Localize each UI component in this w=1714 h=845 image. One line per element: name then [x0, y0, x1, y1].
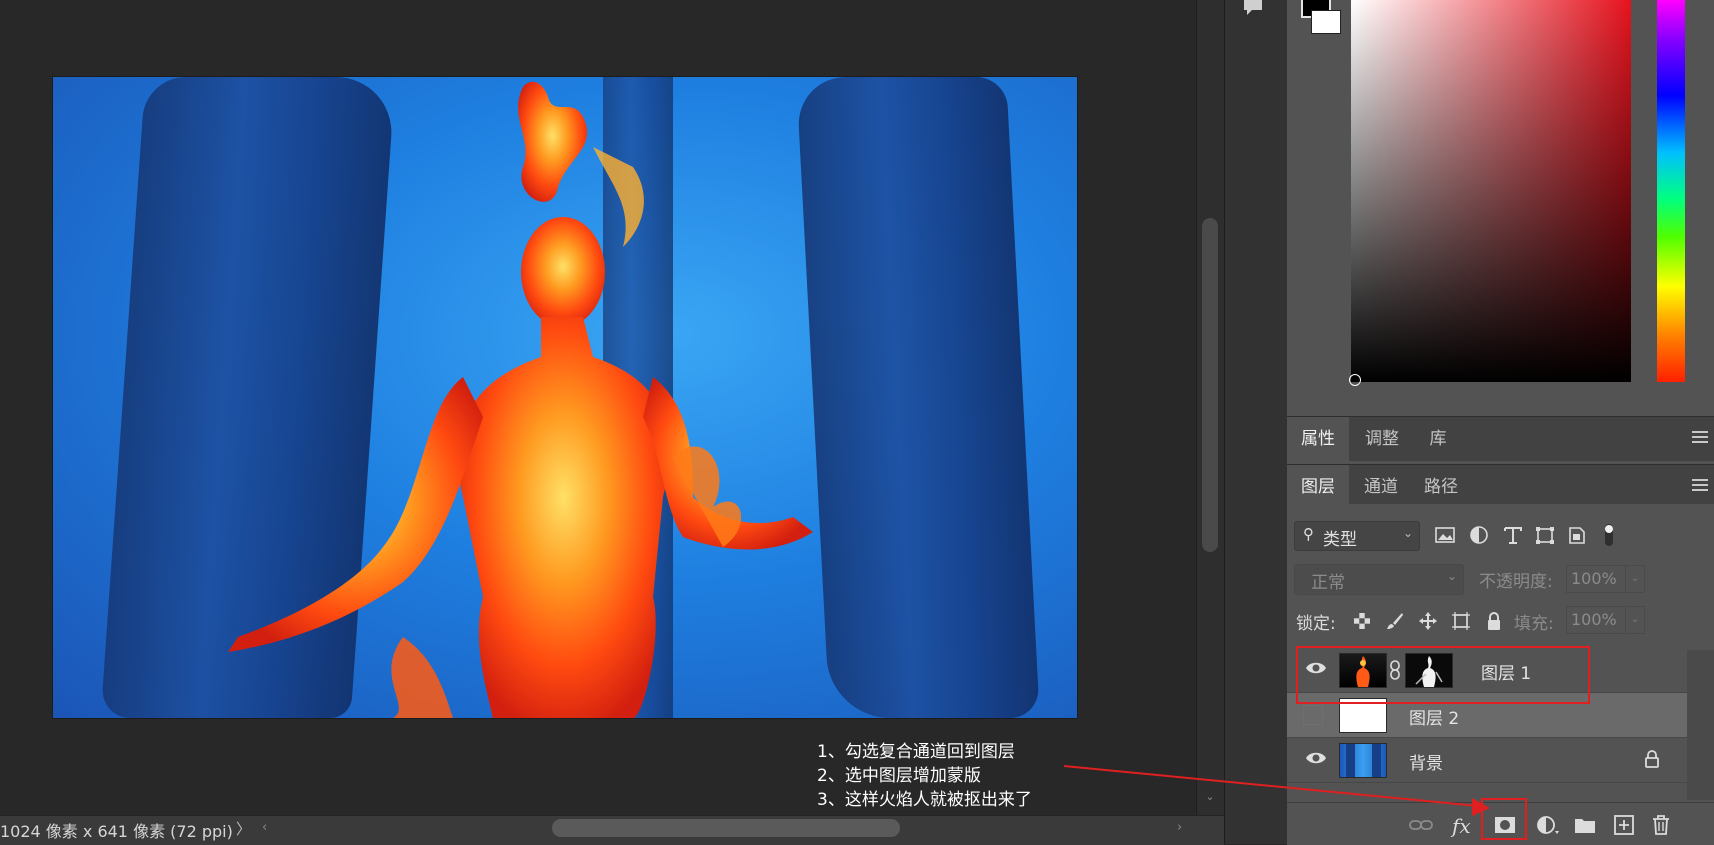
lock-artboard-icon[interactable]	[1450, 610, 1472, 632]
filter-type-label: 类型	[1323, 530, 1357, 550]
color-picker-marker[interactable]	[1349, 374, 1361, 386]
smart-object-filter-icon[interactable]	[1564, 520, 1590, 550]
fill-dropdown-icon[interactable]: ⌄	[1625, 606, 1645, 634]
layers-panel-menu-icon[interactable]	[1692, 479, 1708, 494]
filter-toggle-icon[interactable]	[1596, 520, 1622, 550]
layers-scrollbar[interactable]	[1687, 650, 1714, 800]
annotation-arrow	[1063, 765, 1490, 816]
panel-dock-strip	[1224, 0, 1288, 844]
search-icon: ⚲	[1303, 525, 1314, 543]
annotation-line-1: 1、勾选复合通道回到图层	[817, 742, 1015, 762]
fill-label: 填充:	[1514, 614, 1554, 634]
background-color-swatch[interactable]	[1311, 10, 1341, 34]
scroll-right-arrow-icon[interactable]: ›	[1177, 820, 1182, 835]
chevron-down-icon: ⌄	[1402, 526, 1413, 540]
adjustment-layer-filter-icon[interactable]	[1466, 520, 1492, 550]
tab-adjustments[interactable]: 调整	[1351, 417, 1413, 461]
scroll-left-arrow-icon[interactable]: ‹	[262, 820, 267, 835]
layers-tab-bar: 图层 通道 路径	[1287, 464, 1714, 509]
tab-paths[interactable]: 路径	[1411, 465, 1471, 509]
lock-icon	[1643, 749, 1661, 769]
hue-slider[interactable]	[1657, 0, 1685, 382]
status-menu-arrow-icon[interactable]: 〉	[236, 818, 251, 839]
visibility-toggle[interactable]	[1303, 705, 1323, 725]
delete-layer-trash-icon[interactable]	[1649, 814, 1673, 836]
layer1-highlight-box	[1296, 646, 1590, 704]
layer-name[interactable]: 图层 2	[1409, 704, 1459, 729]
lock-position-icon[interactable]	[1417, 610, 1439, 632]
new-layer-icon[interactable]	[1612, 814, 1636, 836]
comment-icon[interactable]	[1236, 0, 1270, 22]
chevron-down-icon: ⌄	[1446, 569, 1457, 583]
horizontal-scroll-thumb[interactable]	[552, 819, 900, 837]
fill-input[interactable]: 100%	[1566, 606, 1626, 634]
lock-all-icon[interactable]	[1483, 610, 1505, 632]
annotation-note: 1、勾选复合通道回到图层 2、选中图层增加蒙版 3、这样火焰人就被抠出来了	[817, 740, 1032, 812]
tab-layers[interactable]: 图层	[1287, 465, 1349, 509]
lock-label: 锁定:	[1296, 614, 1336, 634]
opacity-input[interactable]: 100%	[1566, 565, 1626, 593]
blend-mode-select[interactable]: 正常 ⌄	[1294, 564, 1464, 595]
tab-properties[interactable]: 属性	[1287, 417, 1349, 461]
fire-figure	[228, 81, 813, 718]
opacity-label: 不透明度:	[1479, 572, 1553, 592]
tab-libraries[interactable]: 库	[1413, 417, 1463, 461]
new-adjustment-layer-icon[interactable]	[1535, 814, 1561, 836]
shape-layer-filter-icon[interactable]	[1532, 520, 1558, 550]
layer-filter-select[interactable]: ⚲ 类型 ⌄	[1294, 521, 1420, 551]
pixel-layer-filter-icon[interactable]	[1432, 520, 1458, 550]
panel-menu-icon[interactable]	[1692, 431, 1708, 446]
tab-channels[interactable]: 通道	[1351, 465, 1411, 509]
canvas-image[interactable]	[53, 77, 1077, 718]
vertical-scroll-thumb[interactable]	[1202, 218, 1218, 552]
blend-mode-value: 正常	[1311, 573, 1345, 593]
document-size-info: 1024 像素 x 641 像素 (72 ppi)	[0, 822, 233, 841]
lock-transparent-pixels-icon[interactable]	[1351, 610, 1373, 632]
type-layer-filter-icon[interactable]	[1500, 520, 1526, 550]
annotation-line-3: 3、这样火焰人就被抠出来了	[817, 790, 1032, 810]
saturation-value-field[interactable]	[1351, 0, 1631, 382]
opacity-dropdown-icon[interactable]: ⌄	[1625, 565, 1645, 593]
new-group-folder-icon[interactable]	[1573, 814, 1597, 836]
lock-image-pixels-icon[interactable]	[1384, 610, 1406, 632]
annotation-line-2: 2、选中图层增加蒙版	[817, 766, 981, 786]
properties-tab-bar: 属性 调整 库	[1287, 416, 1714, 461]
